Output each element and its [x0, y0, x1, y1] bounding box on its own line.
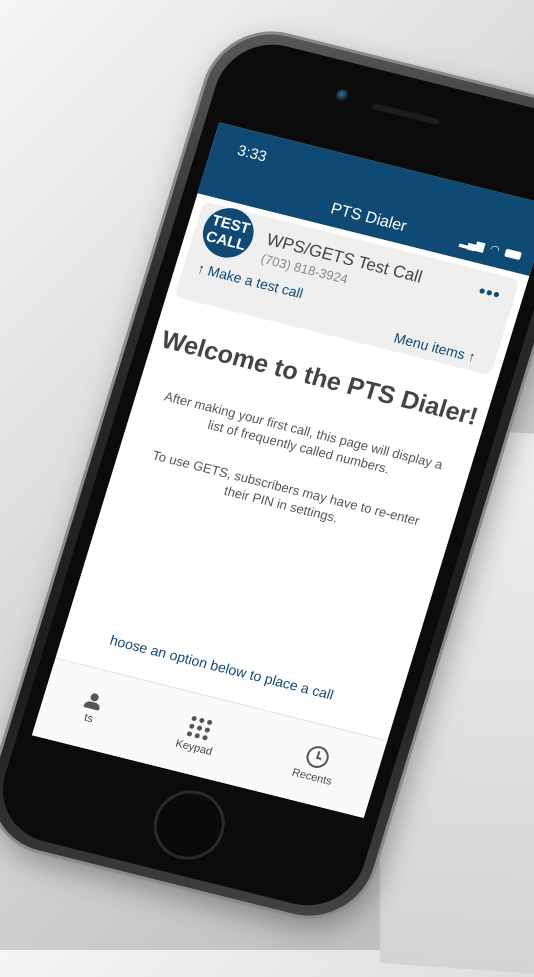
- recents-icon: [304, 743, 332, 771]
- tab-recents-label: Recents: [290, 766, 334, 788]
- tab-keypad[interactable]: Keypad: [174, 713, 221, 758]
- tab-contacts-label: ts: [82, 711, 95, 726]
- keypad-icon: [186, 715, 214, 741]
- test-call-logo: TEST CALL: [196, 202, 260, 263]
- tab-keypad-label: Keypad: [174, 737, 214, 758]
- tab-contacts[interactable]: ts: [79, 692, 104, 727]
- tab-recents[interactable]: Recents: [290, 742, 340, 788]
- battery-icon: [504, 248, 523, 260]
- contacts-icon: [84, 692, 104, 711]
- menu-items-hint: Menu items ↑: [392, 329, 478, 365]
- wifi-icon: ◠: [488, 242, 502, 257]
- more-icon[interactable]: •••: [476, 281, 503, 306]
- status-time: 3:33: [235, 142, 269, 166]
